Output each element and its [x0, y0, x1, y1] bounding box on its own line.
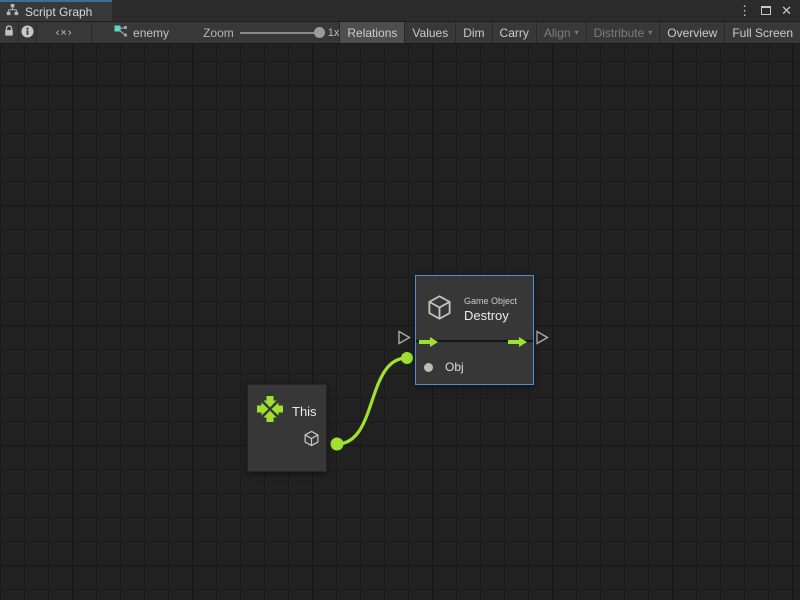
control-output-arrow-icon[interactable] [508, 335, 527, 353]
control-input-arrow-icon[interactable] [419, 335, 438, 353]
connection-wire[interactable] [337, 358, 407, 444]
connection-layer [0, 44, 800, 600]
maximize-icon[interactable] [761, 6, 771, 15]
graph-canvas[interactable]: This Game Object Dest [0, 44, 800, 600]
tab-title: Script Graph [25, 5, 92, 19]
values-label: Values [412, 26, 448, 40]
value-port-dot-icon[interactable] [424, 363, 433, 372]
code-view-button[interactable]: ‹×› [37, 22, 92, 43]
this-node-title: This [292, 404, 317, 419]
distribute-dropdown[interactable]: Distribute ▾ [586, 22, 660, 43]
graph-toolbar: ‹×› enemy Zoom 1x Relations [0, 22, 800, 44]
hierarchy-graph-icon [6, 3, 19, 21]
this-node-header: This [248, 385, 326, 428]
relations-label: Relations [347, 26, 397, 40]
overview-label: Overview [667, 26, 717, 40]
destroy-node-header: Game Object Destroy [416, 276, 533, 330]
info-icon [21, 25, 34, 41]
titlebar-spacer [112, 0, 738, 21]
tab-script-graph[interactable]: Script Graph [0, 0, 112, 21]
titlebar: Script Graph ⋮ ✕ [0, 0, 800, 22]
destroy-node-title: Destroy [464, 308, 517, 323]
dim-label: Dim [463, 26, 484, 40]
zoom-value: 1x [328, 27, 340, 39]
chevron-down-icon: ▾ [575, 29, 579, 37]
zoom-label: Zoom [203, 26, 234, 40]
script-graph-asset-icon [114, 25, 128, 41]
node-this[interactable]: This [247, 384, 327, 472]
values-toggle[interactable]: Values [404, 22, 455, 43]
this-output-port[interactable] [331, 438, 344, 451]
destroy-control-input-triangle[interactable] [399, 332, 410, 344]
info-button[interactable] [19, 22, 38, 43]
lock-icon [3, 25, 15, 40]
destroy-node-category: Game Object [464, 296, 517, 306]
dim-toggle[interactable]: Dim [455, 22, 491, 43]
destroy-control-output-triangle[interactable] [537, 332, 548, 344]
relations-toggle[interactable]: Relations [339, 22, 404, 43]
toolbar-toggle-group: Relations Values Dim Carry Align ▾ Distr… [339, 22, 800, 43]
window-menu-icon[interactable]: ⋮ [738, 4, 751, 17]
graph-name: enemy [133, 26, 169, 40]
code-brackets-icon: ‹×› [56, 27, 73, 39]
chevron-down-icon: ▾ [648, 29, 652, 37]
overview-button[interactable]: Overview [659, 22, 724, 43]
game-object-cube-icon [426, 294, 453, 326]
full-screen-button[interactable]: Full Screen [724, 22, 800, 43]
destroy-header-texts: Game Object Destroy [464, 296, 517, 323]
full-screen-label: Full Screen [732, 26, 793, 40]
close-icon[interactable]: ✕ [781, 4, 792, 17]
lock-button[interactable] [0, 22, 19, 43]
graph-breadcrumb[interactable]: enemy [114, 22, 169, 43]
distribute-label: Distribute [594, 26, 645, 40]
carry-label: Carry [500, 26, 529, 40]
carry-toggle[interactable]: Carry [492, 22, 536, 43]
align-label: Align [544, 26, 571, 40]
destroy-control-ports-row [416, 333, 533, 349]
obj-port-label: Obj [445, 360, 464, 374]
this-self-icon [256, 395, 284, 428]
node-destroy[interactable]: Game Object Destroy O [415, 275, 534, 385]
zoom-control: Zoom 1x [203, 22, 339, 43]
script-graph-window: Script Graph ⋮ ✕ [0, 0, 800, 600]
align-dropdown[interactable]: Align ▾ [536, 22, 586, 43]
game-object-cube-icon [303, 430, 320, 452]
zoom-slider[interactable] [240, 32, 322, 34]
zoom-slider-handle[interactable] [314, 27, 325, 38]
titlebar-controls: ⋮ ✕ [738, 0, 800, 21]
destroy-obj-input-port[interactable] [401, 352, 413, 364]
